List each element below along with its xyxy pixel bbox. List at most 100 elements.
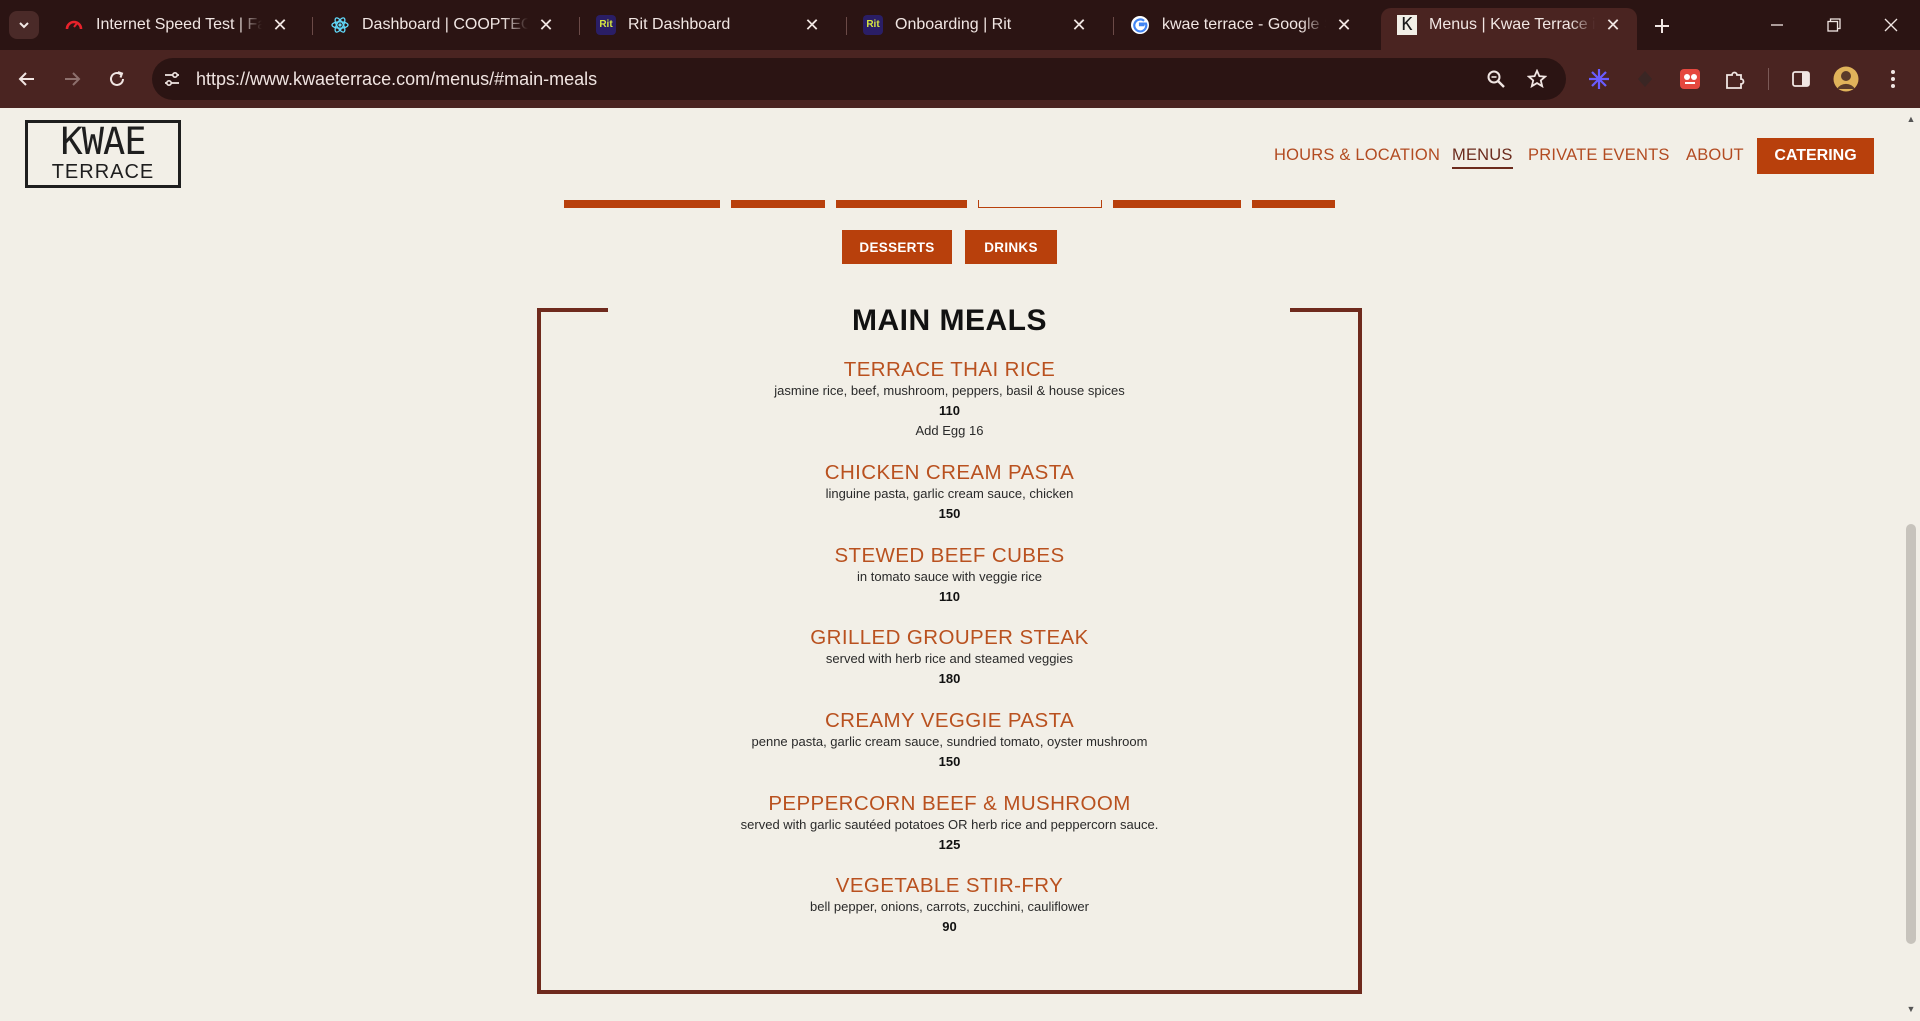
menu-item: STEWED BEEF CUBES in tomato sauce with v… — [537, 544, 1362, 607]
menu-item-price: 110 — [939, 589, 960, 604]
kwae-icon-text: K — [1397, 15, 1417, 35]
extension-dark[interactable] — [1630, 64, 1660, 94]
nav-hours-location[interactable]: HOURS & LOCATION — [1274, 146, 1440, 165]
menu-item-description: in tomato sauce with veggie rice — [857, 569, 1042, 584]
scrollbar-thumb[interactable] — [1906, 524, 1916, 944]
zoom-button[interactable] — [1481, 64, 1511, 94]
minimize-button[interactable] — [1757, 10, 1797, 40]
menu-item: CHICKEN CREAM PASTA linguine pasta, garl… — [537, 461, 1362, 524]
menu-item-description: penne pasta, garlic cream sauce, sundrie… — [751, 734, 1148, 749]
menu-item: TERRACE THAI RICE jasmine rice, beef, mu… — [537, 358, 1362, 441]
react-icon — [330, 15, 350, 35]
close-icon[interactable]: ✕ — [1069, 15, 1089, 35]
forward-button[interactable] — [57, 64, 87, 94]
menu-item-description: served with herb rice and steamed veggie… — [825, 651, 1074, 666]
reload-button[interactable] — [102, 64, 132, 94]
menu-item: PEPPERCORN BEEF & MUSHROOM served with g… — [537, 792, 1362, 855]
nav-private-events[interactable]: PRIVATE EVENTS — [1528, 146, 1670, 165]
tab-google-search[interactable]: kwae terrace - Google Search ✕ — [1114, 9, 1368, 41]
tab-cooptech[interactable]: Dashboard | COOPTECH ✕ — [314, 9, 570, 41]
arrow-right-icon — [65, 72, 81, 86]
tab-kwae-menus[interactable]: K Menus | Kwae Terrace in Accra ✕ — [1381, 8, 1637, 50]
tab-rit-onboarding[interactable]: Rit Onboarding | Rit ✕ — [847, 9, 1103, 41]
bookmark-button[interactable] — [1522, 64, 1552, 94]
logo-word-bottom: TERRACE — [51, 161, 155, 183]
close-icon[interactable]: ✕ — [270, 15, 290, 35]
menu-item-price: 180 — [938, 671, 961, 686]
menu-item-name: STEWED BEEF CUBES — [834, 544, 1065, 567]
category-desserts[interactable]: DESSERTS — [842, 230, 952, 264]
category-drinks[interactable]: DRINKS — [965, 230, 1057, 264]
tab-separator — [312, 17, 313, 35]
menu-item-price: 125 — [938, 837, 961, 852]
menu-item: GRILLED GROUPER STEAK served with herb r… — [537, 626, 1362, 689]
restore-icon — [1827, 18, 1841, 32]
tab-title: Onboarding | Rit — [895, 16, 1012, 33]
google-icon — [1130, 15, 1150, 35]
menu-item-name: VEGETABLE STIR-FRY — [835, 874, 1064, 897]
red-app-icon — [1680, 69, 1700, 89]
site-header: KWAE TERRACE HOURS & LOCATION MENUS PRIV… — [0, 108, 1902, 200]
menu-item-name: GRILLED GROUPER STEAK — [810, 626, 1089, 649]
url-text[interactable]: https://www.kwaeterrace.com/menus/#main-… — [196, 67, 597, 91]
scroll-up-icon[interactable]: ▲ — [1906, 114, 1916, 124]
extension-shape-icon — [1638, 71, 1652, 87]
puzzle-icon — [1726, 71, 1745, 89]
close-icon — [1884, 18, 1898, 32]
star-icon — [1527, 69, 1547, 89]
menu-item-price: 150 — [938, 754, 961, 769]
extension-red[interactable] — [1675, 64, 1705, 94]
new-tab-button[interactable] — [1648, 12, 1676, 40]
menu-item: VEGETABLE STIR-FRY bell pepper, onions, … — [537, 874, 1362, 937]
arrow-left-icon — [18, 72, 34, 86]
site-logo[interactable]: KWAE TERRACE — [25, 120, 181, 188]
rit-icon-text: Rit — [863, 15, 883, 35]
site-info-icon[interactable] — [160, 67, 184, 91]
speedometer-icon — [64, 15, 84, 35]
nav-menus[interactable]: MENUS — [1452, 146, 1513, 169]
catering-button[interactable]: CATERING — [1757, 138, 1874, 174]
rit-icon: Rit — [596, 15, 616, 35]
profile-avatar[interactable] — [1831, 64, 1861, 94]
extension-perplexity[interactable] — [1584, 64, 1614, 94]
plus-icon — [1655, 19, 1669, 33]
restore-button[interactable] — [1814, 10, 1854, 40]
tab-title: kwae terrace - Google Search — [1162, 16, 1326, 33]
close-icon[interactable]: ✕ — [802, 15, 822, 35]
menu-item: CREAMY VEGGIE PASTA penne pasta, garlic … — [537, 709, 1362, 772]
kwae-k-icon: K — [1397, 15, 1417, 35]
close-icon[interactable]: ✕ — [1334, 15, 1354, 35]
rit-icon-text: Rit — [596, 15, 616, 35]
menu-item-price: 150 — [938, 506, 961, 521]
close-icon[interactable]: ✕ — [1603, 15, 1623, 35]
extensions-button[interactable] — [1720, 64, 1750, 94]
tab-title: Dashboard | COOPTECH — [362, 16, 528, 33]
tab-search-button[interactable] — [9, 11, 39, 39]
tab-rit-dashboard[interactable]: Rit Rit Dashboard ✕ — [580, 9, 836, 41]
avatar — [1833, 66, 1859, 92]
menu-item-description: served with garlic sautéed potatoes OR h… — [740, 817, 1159, 832]
back-button[interactable] — [12, 64, 42, 94]
menu-item-name: TERRACE THAI RICE — [843, 358, 1056, 381]
scroll-down-icon[interactable]: ▼ — [1906, 1004, 1916, 1014]
nav-about[interactable]: ABOUT — [1686, 146, 1744, 165]
menu-item-description: jasmine rice, beef, mushroom, peppers, b… — [774, 383, 1125, 398]
menu-item-price: 110 — [939, 403, 960, 418]
tab-title: Rit Dashboard — [628, 16, 731, 33]
side-panel-button[interactable] — [1786, 64, 1816, 94]
browser-menu-button[interactable] — [1878, 64, 1908, 94]
close-window-button[interactable] — [1871, 10, 1911, 40]
tab-title: Internet Speed Test | Fast.com — [96, 16, 262, 33]
close-icon[interactable]: ✕ — [536, 15, 556, 35]
menu-item-addon: Add Egg 16 — [915, 423, 984, 438]
reload-icon — [110, 71, 124, 86]
rit-icon: Rit — [863, 15, 883, 35]
minimize-icon — [1771, 24, 1783, 26]
menu-item-description: bell pepper, onions, carrots, zucchini, … — [810, 899, 1089, 914]
snowflake-icon — [1589, 69, 1609, 89]
tab-title: Menus | Kwae Terrace in Accra — [1429, 16, 1595, 33]
menu-item-price: 90 — [942, 919, 957, 934]
menu-item-name: CREAMY VEGGIE PASTA — [824, 709, 1075, 732]
more-vertical-icon — [1891, 70, 1895, 88]
tab-fast[interactable]: Internet Speed Test | Fast.com ✕ — [48, 9, 304, 41]
